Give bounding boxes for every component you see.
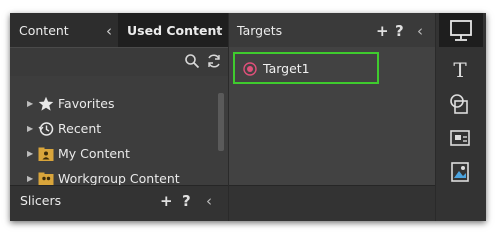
svg-text:T: T — [453, 59, 467, 81]
tree-item-label: Favorites — [58, 96, 115, 111]
refresh-icon[interactable] — [206, 53, 222, 69]
tab-used-content-label: Used Content — [127, 23, 223, 38]
user-folder-icon — [38, 147, 54, 161]
chevron-left-icon[interactable]: ‹ — [417, 16, 423, 46]
target-highlight-box: Target1 — [233, 52, 379, 84]
chevron-left-icon[interactable]: ‹ — [106, 13, 112, 49]
chevron-left-icon[interactable]: ‹ — [216, 13, 222, 49]
target-item-label: Target1 — [263, 61, 310, 76]
tree-item-my-content[interactable]: ▶ My Content — [10, 141, 216, 166]
monitor-button[interactable] — [439, 13, 483, 47]
slicers-title: Slicers — [20, 193, 62, 208]
tree-item-label: Workgroup Content — [58, 171, 180, 186]
expand-triangle-icon[interactable]: ▶ — [27, 141, 33, 166]
image-icon[interactable] — [448, 127, 472, 149]
expand-triangle-icon[interactable]: ▶ — [27, 116, 33, 141]
text-icon[interactable]: T — [448, 59, 472, 81]
add-slicer-button[interactable]: + — [160, 186, 173, 216]
tree-item-label: My Content — [58, 146, 130, 161]
slicers-header: Slicers + ? ‹ — [10, 185, 228, 221]
content-tree: ▶ Favorites ▶ Recent ▶ My Content ▶ Work… — [10, 91, 216, 191]
targets-panel: Targets + ? ‹ Target1 — [229, 13, 436, 221]
content-toolbar — [10, 47, 228, 76]
media-icon[interactable] — [448, 161, 472, 183]
targets-title: Targets — [237, 23, 283, 38]
targets-header: Targets + ? ‹ — [229, 13, 435, 47]
tree-item-recent[interactable]: ▶ Recent — [10, 116, 216, 141]
monitor-icon — [450, 20, 472, 41]
tab-content-label: Content — [19, 23, 69, 38]
chevron-left-icon[interactable]: ‹ — [206, 186, 212, 216]
search-icon[interactable] — [184, 53, 200, 69]
target-item[interactable]: Target1 — [243, 61, 310, 77]
tab-used-content[interactable]: Used Content ‹ — [118, 13, 228, 47]
content-tabbar: Content ‹ Used Content ‹ — [10, 13, 228, 47]
shapes-icon[interactable] — [448, 93, 472, 115]
expand-triangle-icon[interactable]: ▶ — [27, 91, 33, 116]
content-panel: Content ‹ Used Content ‹ ▶ Favorites ▶ R… — [10, 13, 229, 221]
targets-footer — [229, 185, 435, 221]
clock-history-icon — [38, 122, 54, 136]
tree-item-favorites[interactable]: ▶ Favorites — [10, 91, 216, 116]
add-target-button[interactable]: + — [376, 16, 389, 46]
pyramid-panels: Content ‹ Used Content ‹ ▶ Favorites ▶ R… — [10, 13, 486, 221]
slicers-help-button[interactable]: ? — [182, 186, 191, 216]
tab-content[interactable]: Content ‹ — [10, 13, 118, 47]
content-scrollbar[interactable] — [218, 93, 224, 151]
targets-help-button[interactable]: ? — [395, 16, 404, 46]
tree-item-label: Recent — [58, 121, 102, 136]
target-icon — [243, 62, 257, 76]
visual-toolbar: T — [436, 13, 486, 221]
star-icon — [38, 96, 54, 111]
